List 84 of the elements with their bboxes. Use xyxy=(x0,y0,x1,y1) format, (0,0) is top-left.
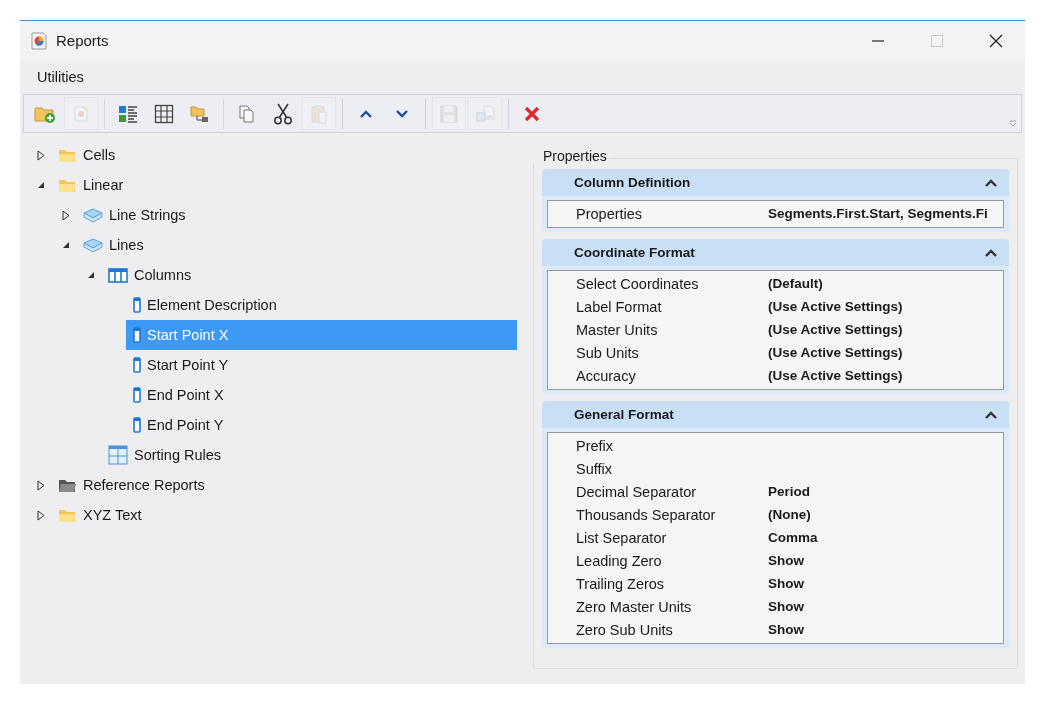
property-value[interactable]: Show xyxy=(768,599,804,614)
folder-icon xyxy=(58,507,77,523)
folder-icon xyxy=(58,177,77,193)
property-value[interactable]: (Default) xyxy=(768,276,823,291)
folder-plus-icon xyxy=(34,104,56,123)
expand-icon[interactable] xyxy=(37,479,45,491)
property-value[interactable]: (Use Active Settings) xyxy=(768,322,903,337)
tree-item[interactable]: End Point X xyxy=(126,380,517,410)
collapse-icon[interactable] xyxy=(984,247,998,258)
property-label: Leading Zero xyxy=(576,552,663,569)
tree-item[interactable]: Lines xyxy=(76,230,517,260)
clipboard-icon xyxy=(310,103,328,124)
section-title: General Format xyxy=(574,407,674,422)
scissors-icon xyxy=(273,102,293,125)
property-value[interactable]: (Use Active Settings) xyxy=(768,299,903,314)
property-label: Accuracy xyxy=(576,367,637,384)
property-label: Select Coordinates xyxy=(576,275,700,292)
tree-item[interactable]: XYZ Text xyxy=(51,500,517,530)
tree-item[interactable]: Start Point Y xyxy=(126,350,517,380)
menu-item[interactable]: Utilities xyxy=(37,69,84,85)
columns-icon xyxy=(108,267,128,283)
property-value[interactable]: Show xyxy=(768,553,804,568)
property-value[interactable]: Comma xyxy=(768,530,818,545)
close-icon[interactable] xyxy=(989,33,1003,48)
group-title: Properties xyxy=(533,149,609,163)
folder-icon xyxy=(58,477,77,493)
tree-item[interactable]: Element Description xyxy=(126,290,517,320)
expand-icon[interactable] xyxy=(37,149,45,161)
tree-item[interactable]: Cells xyxy=(51,140,517,170)
property-label: Suffix xyxy=(576,460,613,477)
section-header[interactable]: General Format xyxy=(542,401,1009,428)
copy-icon xyxy=(237,103,257,124)
collapse-icon[interactable] xyxy=(62,241,70,249)
property-label: Prefix xyxy=(576,437,615,454)
tree-item[interactable]: Reference Reports xyxy=(51,470,517,500)
delete-icon xyxy=(524,105,540,122)
chevron-down-icon xyxy=(395,108,409,119)
chevron-up-icon xyxy=(359,108,373,119)
tree-item[interactable]: End Point Y xyxy=(126,410,517,440)
property-value[interactable]: Period xyxy=(768,484,810,499)
column-icon xyxy=(133,417,141,433)
property-value[interactable]: (Use Active Settings) xyxy=(768,368,903,383)
expand-icon[interactable] xyxy=(62,209,70,221)
column-icon xyxy=(133,387,141,403)
property-label: Sub Units xyxy=(576,344,640,361)
property-label: Thousands Separator xyxy=(576,506,717,523)
collapse-icon[interactable] xyxy=(87,271,95,279)
property-label: Properties xyxy=(576,205,644,222)
property-value[interactable]: (Use Active Settings) xyxy=(768,345,903,360)
grid-icon xyxy=(154,103,174,124)
column-icon xyxy=(133,297,141,313)
window-title: Reports xyxy=(56,32,109,49)
column-icon xyxy=(133,357,141,373)
property-value[interactable]: Segments.First.Start, Segments.Fi xyxy=(768,206,988,221)
tree-item[interactable]: Columns xyxy=(101,260,517,290)
collapse-icon[interactable] xyxy=(984,177,998,188)
section-header[interactable]: Column Definition xyxy=(542,169,1009,196)
property-label: Trailing Zeros xyxy=(576,575,666,592)
section-title: Coordinate Format xyxy=(574,245,695,260)
folder-icon xyxy=(58,147,77,163)
property-value[interactable]: Show xyxy=(768,576,804,591)
property-label: List Separator xyxy=(576,529,668,546)
app-icon xyxy=(31,31,47,50)
save-icon xyxy=(440,104,458,123)
property-value[interactable]: Show xyxy=(768,622,804,637)
tree-item[interactable]: Linear xyxy=(51,170,517,200)
tree-item[interactable]: Sorting Rules xyxy=(101,440,517,470)
property-label: Zero Master Units xyxy=(576,598,693,615)
property-value[interactable]: (None) xyxy=(768,507,811,522)
layers-icon xyxy=(83,207,103,223)
expand-icon[interactable] xyxy=(37,509,45,521)
tree-item[interactable]: Line Strings xyxy=(76,200,517,230)
collapse-icon[interactable] xyxy=(984,409,998,420)
folder-link-icon xyxy=(190,103,210,124)
section-header[interactable]: Coordinate Format xyxy=(542,239,1009,266)
list-view-icon xyxy=(118,103,138,124)
property-label: Master Units xyxy=(576,321,659,338)
layers-icon xyxy=(83,237,103,253)
section-title: Column Definition xyxy=(574,175,691,190)
property-label: Zero Sub Units xyxy=(576,621,674,638)
collapse-icon[interactable] xyxy=(37,181,45,189)
column-icon xyxy=(133,327,141,343)
property-label: Label Format xyxy=(576,298,663,315)
property-label: Decimal Separator xyxy=(576,483,698,500)
